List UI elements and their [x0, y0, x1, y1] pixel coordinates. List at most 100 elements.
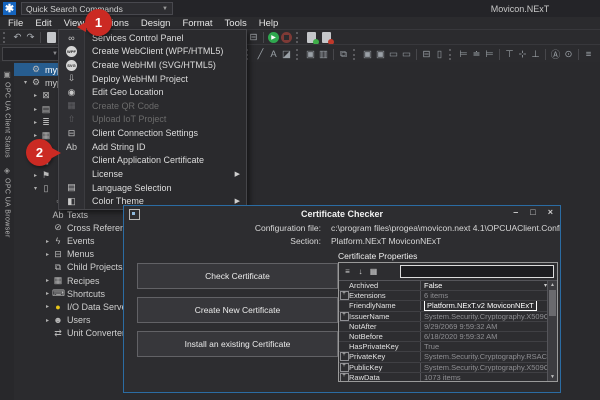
- menu-item-services-control-panel[interactable]: ∞Services Control Panel: [59, 31, 246, 45]
- expander-collapsed-icon[interactable]: ▸: [31, 106, 40, 113]
- dialog-title-bar[interactable]: Certificate Checker – □ ×: [124, 206, 560, 221]
- tree-item-recipes[interactable]: ▸▦Recipes: [14, 274, 123, 287]
- undo-icon[interactable]: ↶: [11, 31, 24, 44]
- distribute-h-icon[interactable]: ≡: [582, 48, 595, 61]
- menu-item-license[interactable]: License▶: [59, 167, 246, 181]
- client-settings-icon[interactable]: ⊟: [247, 31, 260, 44]
- redo-icon[interactable]: ↷: [24, 31, 37, 44]
- expand-icon[interactable]: +: [340, 352, 349, 361]
- rotate-icon[interactable]: ⊙: [562, 48, 575, 61]
- expander-collapsed-icon[interactable]: ▸: [43, 238, 52, 245]
- menu-item-language-selection[interactable]: ▤Language Selection: [59, 181, 246, 195]
- side-tab-opc-ua-browser[interactable]: ◈OPC UA Browser: [0, 162, 14, 238]
- expander-collapsed-icon[interactable]: ▸: [43, 303, 52, 310]
- menu-item-deploy-webhmi-project[interactable]: ⇩Deploy WebHMI Project: [59, 72, 246, 86]
- grid-search-input[interactable]: [400, 265, 554, 278]
- property-row-friendlyname[interactable]: +FriendlyNamePlatform.NExT.v2 MoviconNEx…: [339, 301, 557, 311]
- save-doc-icon[interactable]: [47, 32, 56, 43]
- style-combo[interactable]: ▼: [2, 47, 62, 61]
- menu-item-client-connection-settings[interactable]: ⊟Client Connection Settings: [59, 126, 246, 140]
- tree-item-users[interactable]: ▸☻Users: [14, 314, 123, 327]
- expander-collapsed-icon[interactable]: ▸: [31, 132, 40, 139]
- menu-item-create-webclient-wpf-html5-[interactable]: WPFCreate WebClient (WPF/HTML5): [59, 45, 246, 59]
- menu-help[interactable]: Help: [253, 18, 285, 29]
- auto-size-icon[interactable]: Ⓐ: [549, 48, 562, 61]
- menu-item-edit-geo-location[interactable]: ◉Edit Geo Location: [59, 85, 246, 99]
- expander-expanded-icon[interactable]: ▾: [31, 185, 40, 192]
- scroll-down-icon[interactable]: ▼: [548, 374, 557, 380]
- align-right-icon[interactable]: ⊨: [483, 48, 496, 61]
- tree-item-cross-reference[interactable]: ⊘Cross Reference: [14, 221, 123, 234]
- expander-collapsed-icon[interactable]: ▸: [43, 290, 52, 297]
- maximize-button[interactable]: □: [530, 207, 535, 217]
- property-row-rawdata[interactable]: +RawData1073 items: [339, 373, 557, 381]
- property-row-archived[interactable]: +ArchivedFalse: [339, 281, 557, 291]
- start-runtime-button[interactable]: ▶: [268, 32, 279, 43]
- tree-item-child-projects[interactable]: ⧉Child Projects: [14, 261, 123, 274]
- menu-item-client-application-certificate[interactable]: Client Application Certificate: [59, 153, 246, 167]
- install-existing-certificate-button[interactable]: Install an existing Certificate: [137, 331, 338, 357]
- property-pages-icon[interactable]: ▦: [368, 266, 379, 278]
- stop-runtime-button[interactable]: [281, 32, 292, 43]
- sort-alphabetical-icon[interactable]: ↓: [355, 266, 366, 278]
- property-row-hasprivatekey[interactable]: +HasPrivateKeyTrue: [339, 342, 557, 352]
- expand-icon[interactable]: +: [340, 363, 349, 372]
- tree-item-unit-converter[interactable]: ⇄Unit Converter: [14, 327, 123, 340]
- align-top-icon[interactable]: ⊤: [503, 48, 516, 61]
- property-row-publickey[interactable]: +PublicKeySystem.Security.Cryptography.X…: [339, 363, 557, 373]
- close-button[interactable]: ×: [548, 207, 553, 217]
- bring-front-icon[interactable]: ▭: [387, 48, 400, 61]
- expander-collapsed-icon[interactable]: ▸: [31, 92, 40, 99]
- tree-item-events[interactable]: ▸ϟEvents: [14, 234, 123, 247]
- expand-icon[interactable]: +: [340, 291, 349, 300]
- send-back-icon[interactable]: ▭: [400, 48, 413, 61]
- menu-edit[interactable]: Edit: [29, 18, 57, 29]
- property-row-issuername[interactable]: +IssuerNameSystem.Security.Cryptography.…: [339, 312, 557, 322]
- align-left-icon[interactable]: ⊨: [457, 48, 470, 61]
- page-icon[interactable]: ▯: [433, 48, 446, 61]
- menu-tools[interactable]: Tools: [219, 18, 253, 29]
- property-row-notafter[interactable]: +NotAfter9/29/2069 9:59:32 AM: [339, 322, 557, 332]
- create-new-certificate-button[interactable]: Create New Certificate: [137, 297, 338, 323]
- property-row-notbefore[interactable]: +NotBefore6/18/2020 9:59:32 AM: [339, 332, 557, 342]
- align-bottom-icon[interactable]: ⊥: [529, 48, 542, 61]
- center-both-icon[interactable]: ⊹: [516, 48, 529, 61]
- expander-collapsed-icon[interactable]: ▸: [43, 277, 52, 284]
- screen-icon[interactable]: ⊟: [420, 48, 433, 61]
- menu-format[interactable]: Format: [176, 18, 218, 29]
- menu-item-add-string-id[interactable]: AbAdd String ID: [59, 140, 246, 154]
- line-tool-icon[interactable]: ╱: [254, 48, 267, 61]
- tree-item-shortcuts[interactable]: ▸⌨Shortcuts: [14, 287, 123, 300]
- side-tab-opc-ua-client-status[interactable]: ▣OPC UA Client Status: [0, 66, 14, 158]
- tree-item-i-o-data-server[interactable]: ▸●I/O Data Server: [14, 300, 123, 313]
- ungroup-icon[interactable]: ▣: [374, 48, 387, 61]
- group-icon[interactable]: ▣: [361, 48, 374, 61]
- tree-item-texts[interactable]: AbTexts: [14, 208, 123, 221]
- check-certificate-button[interactable]: Check Certificate: [137, 263, 338, 289]
- expander-collapsed-icon[interactable]: ▸: [31, 119, 40, 126]
- property-row-privatekey[interactable]: +PrivateKeySystem.Security.Cryptography.…: [339, 352, 557, 362]
- property-row-extensions[interactable]: +Extensions6 items: [339, 291, 557, 301]
- menu-design[interactable]: Design: [135, 18, 177, 29]
- tree-item-menus[interactable]: ▸⊟Menus: [14, 248, 123, 261]
- categorized-icon[interactable]: ≡: [342, 266, 353, 278]
- expander-collapsed-icon[interactable]: ▸: [43, 251, 52, 258]
- snap-grid-icon[interactable]: ▥: [317, 48, 330, 61]
- check-project-icon[interactable]: [307, 32, 316, 43]
- align-center-icon[interactable]: ≐: [470, 48, 483, 61]
- scroll-thumb[interactable]: [549, 290, 556, 316]
- menu-file[interactable]: File: [2, 18, 29, 29]
- expander-collapsed-icon[interactable]: ▸: [43, 317, 52, 324]
- expand-icon[interactable]: +: [340, 312, 349, 321]
- grid-scrollbar[interactable]: ▲ ▼: [547, 281, 557, 381]
- expand-icon[interactable]: +: [340, 373, 349, 381]
- font-icon[interactable]: A: [267, 48, 280, 61]
- show-grid-icon[interactable]: ▣: [304, 48, 317, 61]
- fill-color-icon[interactable]: ◪: [280, 48, 293, 61]
- error-project-icon[interactable]: [322, 32, 331, 43]
- expander-expanded-icon[interactable]: ▾: [21, 79, 30, 86]
- distribute-v-icon[interactable]: ∥: [595, 48, 600, 61]
- minimize-button[interactable]: –: [513, 207, 518, 217]
- duplicate-icon[interactable]: ⧉: [337, 48, 350, 61]
- expander-collapsed-icon[interactable]: ▸: [31, 172, 40, 179]
